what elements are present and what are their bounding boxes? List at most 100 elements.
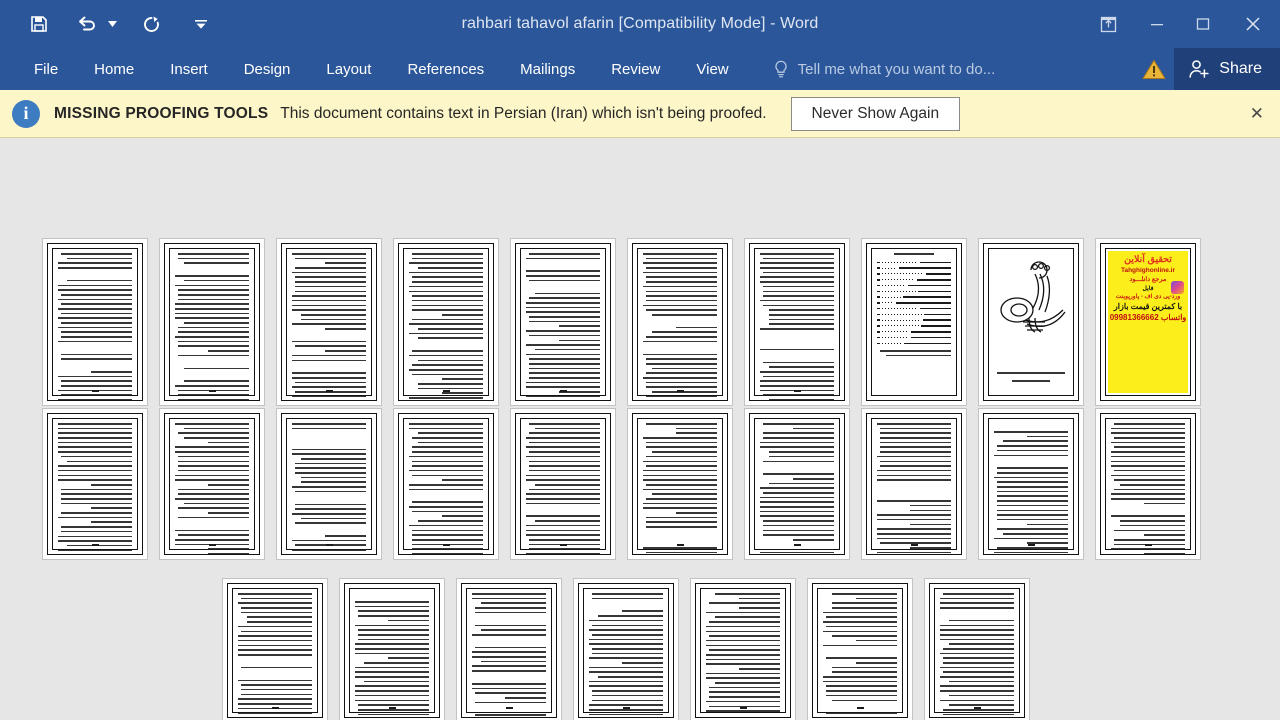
page-thumbnail[interactable]: [339, 578, 445, 720]
tab-home[interactable]: Home: [78, 56, 150, 83]
customize-quick-access-button[interactable]: [188, 7, 214, 41]
text-line: [411, 318, 483, 321]
text-line: [292, 372, 366, 374]
page-thumbnail[interactable]: [222, 578, 328, 720]
page-text-block: [760, 423, 834, 554]
text-line: [411, 548, 483, 550]
tab-insert[interactable]: Insert: [154, 56, 224, 83]
text-line: [294, 281, 366, 283]
page-thumbnail[interactable]: [159, 408, 265, 560]
page-thumbnail[interactable]: تحقیق آنلاین Tahghighonline.ir مرجع دانلــ…: [1095, 238, 1201, 406]
tab-layout[interactable]: Layout: [310, 56, 387, 83]
tab-review[interactable]: Review: [595, 56, 676, 83]
save-button[interactable]: [22, 7, 56, 41]
text-line: [292, 359, 366, 362]
text-line: [58, 326, 132, 329]
text-line: [183, 437, 249, 439]
text-line: [292, 395, 366, 398]
text-line: [409, 397, 483, 399]
toc-entry-label: [924, 313, 951, 316]
page-thumbnail[interactable]: [159, 238, 265, 406]
redo-icon: [143, 16, 159, 32]
page-thumbnail[interactable]: [1095, 408, 1201, 560]
redo-button[interactable]: [134, 7, 168, 41]
text-line: [708, 649, 780, 651]
text-line: [60, 312, 132, 315]
close-button[interactable]: [1226, 0, 1280, 48]
never-show-again-button[interactable]: Never Show Again: [790, 96, 961, 131]
text-line: [292, 309, 366, 311]
text-line: [591, 624, 663, 627]
page-thumbnail[interactable]: [393, 238, 499, 406]
page-thumbnail[interactable]: [861, 408, 967, 560]
page-thumbnail[interactable]: [456, 578, 562, 720]
page-thumbnail[interactable]: [924, 578, 1030, 720]
page-thumbnail[interactable]: [627, 238, 733, 406]
minimize-button[interactable]: [1134, 0, 1180, 48]
text-line: [208, 483, 249, 486]
text-line: [528, 297, 600, 299]
thumbnail-row-1: تحقیق آنلاین Tahghighonline.ir مرجع دانلــ…: [42, 238, 1201, 406]
page-thumbnail[interactable]: [978, 408, 1084, 560]
text-line: [940, 666, 1014, 669]
tab-mailings[interactable]: Mailings: [504, 56, 591, 83]
page-number: [228, 707, 322, 709]
page-thumbnail[interactable]: [42, 408, 148, 560]
page-thumbnail[interactable]: [393, 408, 499, 560]
page-thumbnail[interactable]: [276, 408, 382, 560]
message-bar-close-button[interactable]: ✕: [1250, 90, 1264, 138]
chevron-down-icon: [195, 19, 207, 29]
tab-file[interactable]: File: [18, 56, 74, 83]
page-thumbnail[interactable]: [978, 238, 1084, 406]
text-line: [175, 451, 249, 453]
page-thumbnail[interactable]: [510, 238, 616, 406]
text-line: [643, 479, 717, 481]
text-line: [762, 529, 834, 532]
text-line: [411, 534, 483, 536]
page-thumbnail[interactable]: [690, 578, 796, 720]
page-thumbnail[interactable]: [744, 238, 850, 406]
page-thumbnail[interactable]: [510, 408, 616, 560]
page-thumbnail[interactable]: [627, 408, 733, 560]
text-line: [942, 647, 1014, 650]
proofing-warning-button[interactable]: [1134, 48, 1174, 90]
restore-button[interactable]: [1180, 0, 1226, 48]
toc-page-number: [877, 307, 880, 310]
text-line: [910, 504, 951, 507]
undo-button[interactable]: [70, 7, 104, 41]
page-thumbnail[interactable]: [42, 238, 148, 406]
undo-dropdown-button[interactable]: [104, 7, 120, 41]
page-text-block: [643, 253, 717, 400]
page-thumbnail[interactable]: [276, 238, 382, 406]
page-content: [515, 243, 611, 401]
text-line: [877, 500, 951, 502]
tell-me-search[interactable]: Tell me what you want to do...: [773, 60, 995, 78]
text-line: [706, 625, 780, 628]
text-line: [708, 635, 780, 637]
text-line: [409, 332, 483, 335]
page-thumbnail[interactable]: [573, 578, 679, 720]
tab-references[interactable]: References: [391, 56, 500, 83]
text-line: [238, 593, 312, 595]
toc-entry-label: [921, 325, 951, 327]
text-line: [58, 446, 132, 449]
text-line: [1119, 524, 1185, 527]
page-thumbnail[interactable]: [861, 238, 967, 406]
page-thumbnail[interactable]: [744, 408, 850, 560]
document-canvas[interactable]: تحقیق آنلاین Tahghighonline.ir مرجع دانلــ…: [0, 138, 1280, 720]
text-line: [622, 662, 663, 664]
page-thumbnail[interactable]: [807, 578, 913, 720]
tab-view[interactable]: View: [680, 56, 744, 83]
text-line: [622, 610, 663, 613]
text-line: [91, 521, 132, 524]
text-line: [996, 486, 1068, 488]
tab-design[interactable]: Design: [228, 56, 307, 83]
share-button[interactable]: Share: [1174, 48, 1280, 90]
text-line: [948, 704, 1014, 706]
page-content: [1100, 413, 1196, 555]
text-line: [940, 676, 1014, 678]
text-line: [879, 446, 951, 449]
ribbon-display-options-button[interactable]: [1082, 0, 1134, 48]
text-line: [645, 441, 717, 444]
